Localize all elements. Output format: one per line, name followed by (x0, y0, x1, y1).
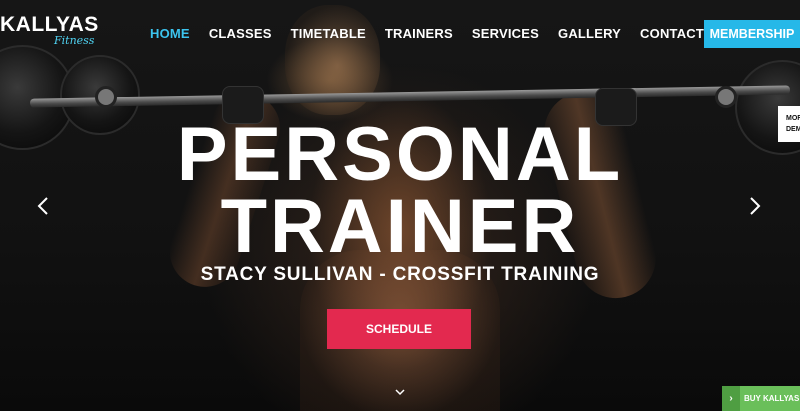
scroll-down-button[interactable] (394, 384, 406, 396)
logo-text: KALLYAS (0, 13, 99, 36)
nav-item-classes[interactable]: CLASSES (209, 26, 272, 41)
schedule-button[interactable]: SCHEDULE (327, 309, 471, 349)
hero-subtitle: STACY SULLIVAN - CROSSFIT TRAINING (200, 264, 600, 285)
logo-tagline: Fitness (54, 34, 95, 47)
nav-item-timetable[interactable]: TIMETABLE (291, 26, 366, 41)
main-nav: HOME CLASSES TIMETABLE TRAINERS SERVICES… (150, 26, 745, 41)
barbell (29, 85, 791, 108)
nav-item-home[interactable]: HOME (150, 26, 190, 41)
nav-item-trainers[interactable]: TRAINERS (385, 26, 453, 41)
barbell-collar-left (95, 86, 117, 108)
hero-title-line2: TRAINER (220, 184, 580, 269)
barbell-collar-right (715, 86, 737, 108)
chevron-down-icon (395, 389, 405, 396)
buy-theme-bar[interactable]: › BUY KALLYAS THE (722, 386, 800, 411)
buy-theme-label: BUY KALLYAS THE (744, 394, 800, 403)
site-logo[interactable]: KALLYAS Fitness (0, 13, 99, 48)
nav-item-gallery[interactable]: GALLERY (558, 26, 621, 41)
hero-title-line1: PERSONAL (176, 112, 624, 197)
nav-item-services[interactable]: SERVICES (472, 26, 539, 41)
membership-button[interactable]: MEMBERSHIP (704, 20, 800, 48)
chevron-right-small-icon: › (722, 386, 740, 411)
